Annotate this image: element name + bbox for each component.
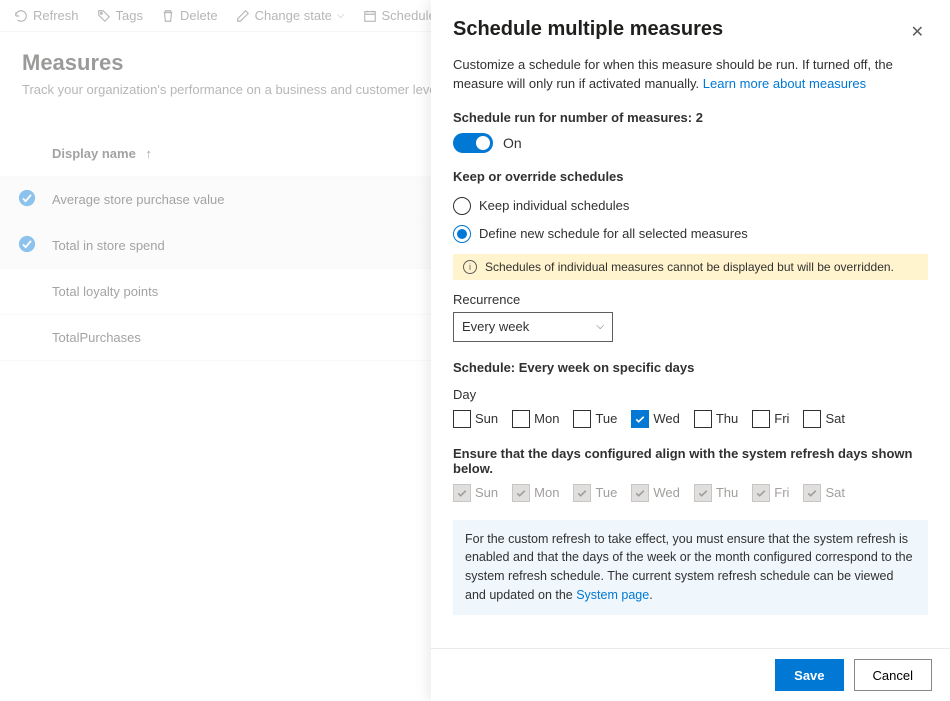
checkbox-icon	[631, 484, 649, 502]
align-label: Ensure that the days configured align wi…	[453, 446, 928, 476]
system-page-link[interactable]: System page	[576, 588, 649, 602]
system-day-fri: Fri	[752, 484, 789, 502]
system-day-tue: Tue	[573, 484, 617, 502]
chevron-down-icon: ⌵	[337, 10, 345, 21]
day-label: Wed	[653, 485, 680, 500]
radio-keep-individual[interactable]: Keep individual schedules	[453, 192, 928, 220]
checked-circle-icon[interactable]	[18, 235, 36, 253]
checkbox-icon	[512, 484, 530, 502]
cancel-button[interactable]: Cancel	[854, 659, 932, 691]
schedule-summary: Schedule: Every week on specific days	[453, 360, 928, 375]
system-day-mon: Mon	[512, 484, 559, 502]
checkbox-icon	[631, 410, 649, 428]
day-label: Sat	[825, 411, 845, 426]
info-box: For the custom refresh to take effect, y…	[453, 520, 928, 615]
schedule-button[interactable]: Schedule	[363, 8, 436, 23]
schedule-panel: Schedule multiple measures ✕ Customize a…	[431, 0, 950, 701]
day-label: Sun	[475, 411, 498, 426]
day-label: Sun	[475, 485, 498, 500]
tags-button[interactable]: Tags	[97, 8, 143, 23]
checkbox-icon	[803, 410, 821, 428]
day-label: Tue	[595, 411, 617, 426]
checkbox-icon	[694, 410, 712, 428]
delete-label: Delete	[180, 8, 218, 23]
day-label: Wed	[653, 411, 680, 426]
system-day-sun: Sun	[453, 484, 498, 502]
day-label: Day	[453, 387, 928, 402]
panel-title: Schedule multiple measures	[453, 18, 723, 41]
radio-label: Define new schedule for all selected mea…	[479, 226, 748, 241]
chevron-down-icon: ⌵	[596, 321, 604, 332]
refresh-icon	[14, 9, 28, 23]
day-checkbox-tue[interactable]: Tue	[573, 410, 617, 428]
refresh-button[interactable]: Refresh	[14, 8, 79, 23]
checkbox-icon	[803, 484, 821, 502]
recurrence-select[interactable]: Every week ⌵	[453, 312, 613, 342]
day-checkbox-sat[interactable]: Sat	[803, 410, 845, 428]
radio-label: Keep individual schedules	[479, 198, 629, 213]
toggle-label: On	[503, 135, 522, 151]
radio-icon	[453, 225, 471, 243]
save-button[interactable]: Save	[775, 659, 843, 691]
day-label: Tue	[595, 485, 617, 500]
tag-icon	[97, 9, 111, 23]
keep-override-label: Keep or override schedules	[453, 169, 928, 184]
day-label: Mon	[534, 411, 559, 426]
checkbox-icon	[453, 484, 471, 502]
checkbox-icon	[573, 410, 591, 428]
tags-label: Tags	[116, 8, 143, 23]
day-label: Thu	[716, 411, 738, 426]
sort-arrow-icon: ↑	[145, 146, 152, 161]
trash-icon	[161, 9, 175, 23]
period: .	[649, 588, 652, 602]
day-label: Thu	[716, 485, 738, 500]
radio-define-new[interactable]: Define new schedule for all selected mea…	[453, 220, 928, 248]
change-state-button[interactable]: Change state ⌵	[236, 8, 345, 23]
day-checkbox-fri[interactable]: Fri	[752, 410, 789, 428]
checkbox-icon	[752, 484, 770, 502]
delete-button[interactable]: Delete	[161, 8, 218, 23]
day-checkbox-sun[interactable]: Sun	[453, 410, 498, 428]
day-label: Fri	[774, 411, 789, 426]
checkbox-icon	[453, 410, 471, 428]
day-label: Sat	[825, 485, 845, 500]
checked-circle-icon[interactable]	[18, 189, 36, 207]
warning-text: Schedules of individual measures cannot …	[485, 260, 894, 274]
day-checkbox-wed[interactable]: Wed	[631, 410, 680, 428]
pencil-icon	[236, 9, 250, 23]
schedule-run-label: Schedule run for number of measures: 2	[453, 110, 928, 125]
system-day-group: Sun Mon Tue Wed Thu Fri Sat	[453, 484, 928, 502]
checkbox-icon	[694, 484, 712, 502]
recurrence-value: Every week	[462, 319, 529, 334]
learn-more-link[interactable]: Learn more about measures	[703, 76, 866, 91]
calendar-icon	[363, 9, 377, 23]
schedule-label: Schedule	[382, 8, 436, 23]
close-button[interactable]: ✕	[907, 18, 928, 46]
checkbox-icon	[512, 410, 530, 428]
warning-bar: i Schedules of individual measures canno…	[453, 254, 928, 280]
checkbox-icon	[752, 410, 770, 428]
day-checkbox-group: Sun Mon Tue Wed Thu Fri Sat	[453, 410, 928, 428]
system-day-wed: Wed	[631, 484, 680, 502]
system-day-sat: Sat	[803, 484, 845, 502]
day-checkbox-thu[interactable]: Thu	[694, 410, 738, 428]
info-icon: i	[463, 260, 477, 274]
change-state-label: Change state	[255, 8, 332, 23]
refresh-label: Refresh	[33, 8, 79, 23]
system-day-thu: Thu	[694, 484, 738, 502]
recurrence-label: Recurrence	[453, 292, 928, 307]
day-label: Mon	[534, 485, 559, 500]
info-text: For the custom refresh to take effect, y…	[465, 532, 913, 602]
radio-icon	[453, 197, 471, 215]
day-checkbox-mon[interactable]: Mon	[512, 410, 559, 428]
checkbox-icon	[573, 484, 591, 502]
day-label: Fri	[774, 485, 789, 500]
schedule-toggle[interactable]	[453, 133, 493, 153]
